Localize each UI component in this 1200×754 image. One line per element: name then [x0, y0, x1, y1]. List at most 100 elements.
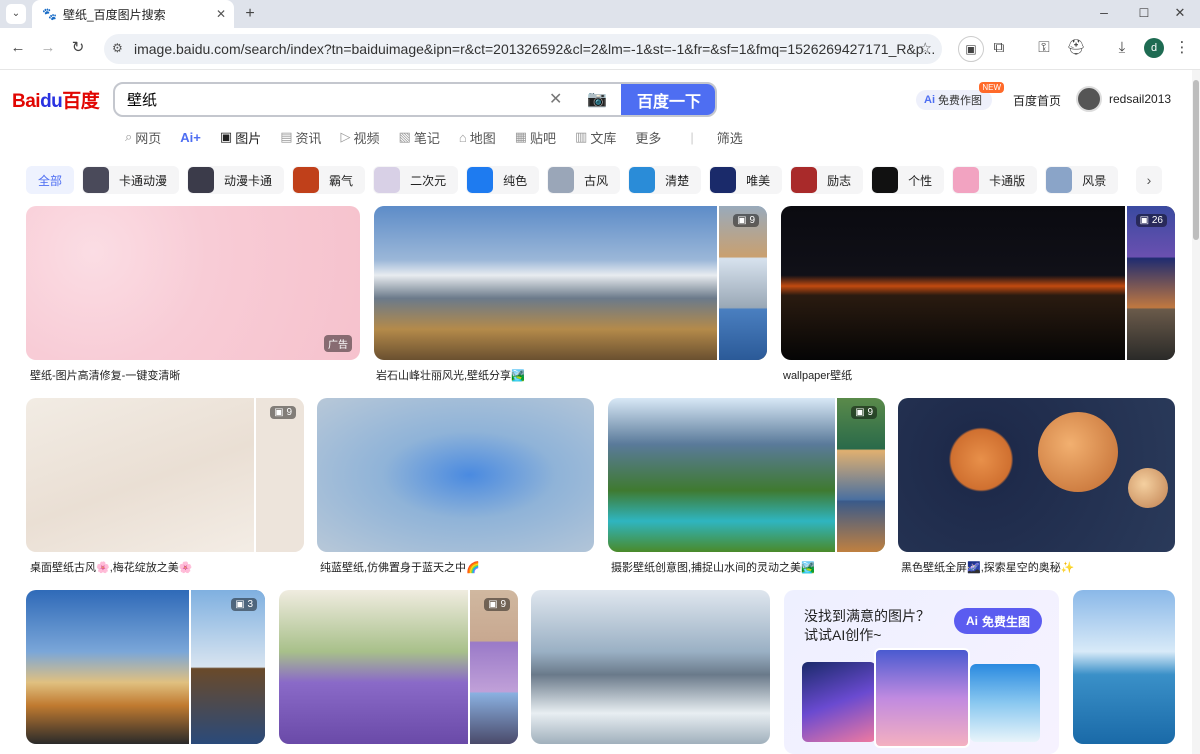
result-image[interactable]: [898, 398, 1175, 552]
bookmark-star-icon[interactable]: ☆: [919, 39, 932, 57]
wenku-icon: ▥: [575, 129, 588, 144]
chip-item[interactable]: 动漫卡通: [187, 166, 285, 194]
page-scrollbar[interactable]: [1192, 70, 1200, 754]
chip-item[interactable]: 古风: [547, 166, 621, 194]
download-icon[interactable]: ⤓: [1112, 38, 1132, 58]
promo-image-center: [874, 648, 970, 748]
news-icon: ▤: [280, 129, 293, 144]
chip-item[interactable]: 纯色: [466, 166, 540, 194]
incognito-icon[interactable]: ⛑: [1066, 38, 1086, 58]
nav-more[interactable]: 更多: [635, 128, 661, 146]
site-info-icon[interactable]: ⚙: [112, 41, 123, 55]
nav-news[interactable]: ▤ 资讯: [280, 128, 321, 146]
badge-count: 9: [500, 599, 506, 610]
scrollbar-thumb[interactable]: [1193, 80, 1199, 240]
ai-promo-card[interactable]: 没找到满意的图片？ 试试AI创作~ Ai 免费生图: [784, 590, 1059, 754]
result-caption[interactable]: 壁纸-图片高清修复-一键变清晰: [30, 367, 180, 383]
user-avatar[interactable]: [1076, 86, 1102, 112]
result-caption[interactable]: wallpaper壁纸: [783, 367, 852, 383]
nav-label: 更多: [635, 130, 662, 146]
chip-label: 霸气: [329, 173, 354, 188]
chip-item[interactable]: 卡通动漫: [82, 166, 180, 194]
tab-list-chevron-icon[interactable]: ⌄: [6, 4, 26, 24]
result-thumb-strip: [254, 398, 304, 552]
chip-all[interactable]: 全部: [26, 166, 75, 194]
ai-create-button[interactable]: Ai 免费作图 NEW: [916, 82, 1004, 110]
new-badge: NEW: [979, 82, 1004, 93]
maximize-icon[interactable]: ☐: [1134, 3, 1154, 23]
result-image[interactable]: ▣ 9: [374, 206, 767, 360]
nav-images[interactable]: ▣ 图片: [220, 128, 261, 146]
username[interactable]: redsail2013: [1109, 92, 1171, 106]
result-caption[interactable]: 桌面壁纸古风🌸,梅花绽放之美🌸: [30, 559, 192, 575]
nav-web[interactable]: ⌕ 网页: [125, 128, 161, 146]
nav-ai[interactable]: Ai+: [180, 128, 201, 146]
new-tab-plus-icon[interactable]: +: [240, 4, 260, 24]
badge-count: 9: [867, 407, 873, 418]
chip-item[interactable]: 霸气: [292, 166, 366, 194]
nav-wenku[interactable]: ▥ 文库: [575, 128, 616, 146]
result-thumb-strip: [1125, 206, 1175, 360]
password-key-icon[interactable]: ⚿: [1034, 38, 1054, 58]
address-bar[interactable]: ⚙ image.baidu.com/search/index?tn=baidui…: [104, 34, 942, 64]
result-image[interactable]: [531, 590, 770, 744]
logo-paw: du: [40, 91, 63, 112]
search-input[interactable]: [115, 84, 535, 115]
chip-item[interactable]: 卡通版: [952, 166, 1038, 194]
baidu-home-link[interactable]: 百度首页: [1013, 92, 1061, 109]
result-thumb-strip: [835, 398, 885, 552]
nav-filter[interactable]: 筛选: [717, 128, 743, 146]
tab-close-icon[interactable]: ✕: [216, 7, 226, 21]
planet-shape: [1038, 412, 1118, 492]
clear-search-icon[interactable]: ✕: [549, 89, 562, 109]
free-generate-button[interactable]: Ai 免费生图: [954, 608, 1042, 634]
chips-next-arrow-icon[interactable]: ›: [1136, 166, 1162, 194]
nav-notes[interactable]: ▧ 笔记: [399, 128, 440, 146]
profile-avatar[interactable]: d: [1144, 38, 1164, 58]
result-image[interactable]: ▣ 26: [781, 206, 1175, 360]
result-caption[interactable]: 纯蓝壁纸,仿佛置身于蓝天之中🌈: [320, 559, 480, 575]
result-caption[interactable]: 岩石山峰壮丽风光,壁纸分享🏞️: [376, 367, 525, 383]
result-image[interactable]: ▣ 9: [608, 398, 885, 552]
chip-item[interactable]: 清楚: [628, 166, 702, 194]
logo-part2: 百度: [62, 91, 100, 112]
result-image[interactable]: ▣ 9: [26, 398, 304, 552]
result-image[interactable]: [1073, 590, 1175, 744]
chip-item[interactable]: 励志: [790, 166, 864, 194]
nav-video[interactable]: ▷ 视频: [341, 128, 380, 146]
camera-search-icon[interactable]: 📷: [587, 89, 607, 109]
result-thumb-strip: [468, 590, 518, 744]
search-button[interactable]: 百度一下: [621, 84, 715, 115]
chip-item[interactable]: 二次元: [373, 166, 459, 194]
chip-label: 纯色: [503, 173, 528, 188]
free-generate-label: 免费生图: [981, 614, 1030, 629]
back-arrow-icon[interactable]: ←: [8, 38, 28, 58]
chip-item[interactable]: 风景: [1045, 166, 1119, 194]
nav-map[interactable]: ⌂ 地图: [459, 128, 496, 146]
video-icon: ▷: [340, 129, 351, 144]
reload-icon[interactable]: ↻: [68, 38, 88, 58]
result-caption[interactable]: 黑色壁纸全屏🌌,探索星空的奥秘✨: [901, 559, 1074, 575]
ai-promo-line2: 试试AI创作~: [804, 627, 882, 643]
close-window-icon[interactable]: ✕: [1170, 3, 1190, 23]
result-image[interactable]: [317, 398, 594, 552]
chip-label: 二次元: [410, 173, 447, 188]
chip-item[interactable]: 个性: [871, 166, 945, 194]
result-image[interactable]: ▣ 9: [279, 590, 518, 744]
nav-label: 贴吧: [530, 130, 557, 146]
notes-icon: ▧: [398, 129, 411, 144]
forward-arrow-icon[interactable]: →: [38, 38, 58, 58]
tab-active[interactable]: 🐾 壁纸_百度图片搜索 ✕: [32, 0, 234, 28]
extension-puzzle-icon[interactable]: ▣: [958, 36, 984, 62]
nav-tieba[interactable]: ▦ 贴吧: [515, 128, 556, 146]
result-image[interactable]: ▣ 3: [26, 590, 265, 744]
result-image-ad[interactable]: 广告: [26, 206, 360, 360]
minimize-icon[interactable]: –: [1094, 2, 1114, 22]
chip-label: 卡通动漫: [119, 173, 168, 188]
extensions-icon[interactable]: ⧉: [989, 38, 1009, 58]
chip-item[interactable]: 唯美: [709, 166, 783, 194]
menu-kebab-icon[interactable]: ⋮: [1172, 38, 1192, 58]
baidu-logo[interactable]: Baidu百度: [12, 86, 100, 113]
chip-thumb: [188, 167, 215, 193]
result-caption[interactable]: 摄影壁纸创意图,捕捉山水间的灵动之美🏞️: [611, 559, 815, 575]
